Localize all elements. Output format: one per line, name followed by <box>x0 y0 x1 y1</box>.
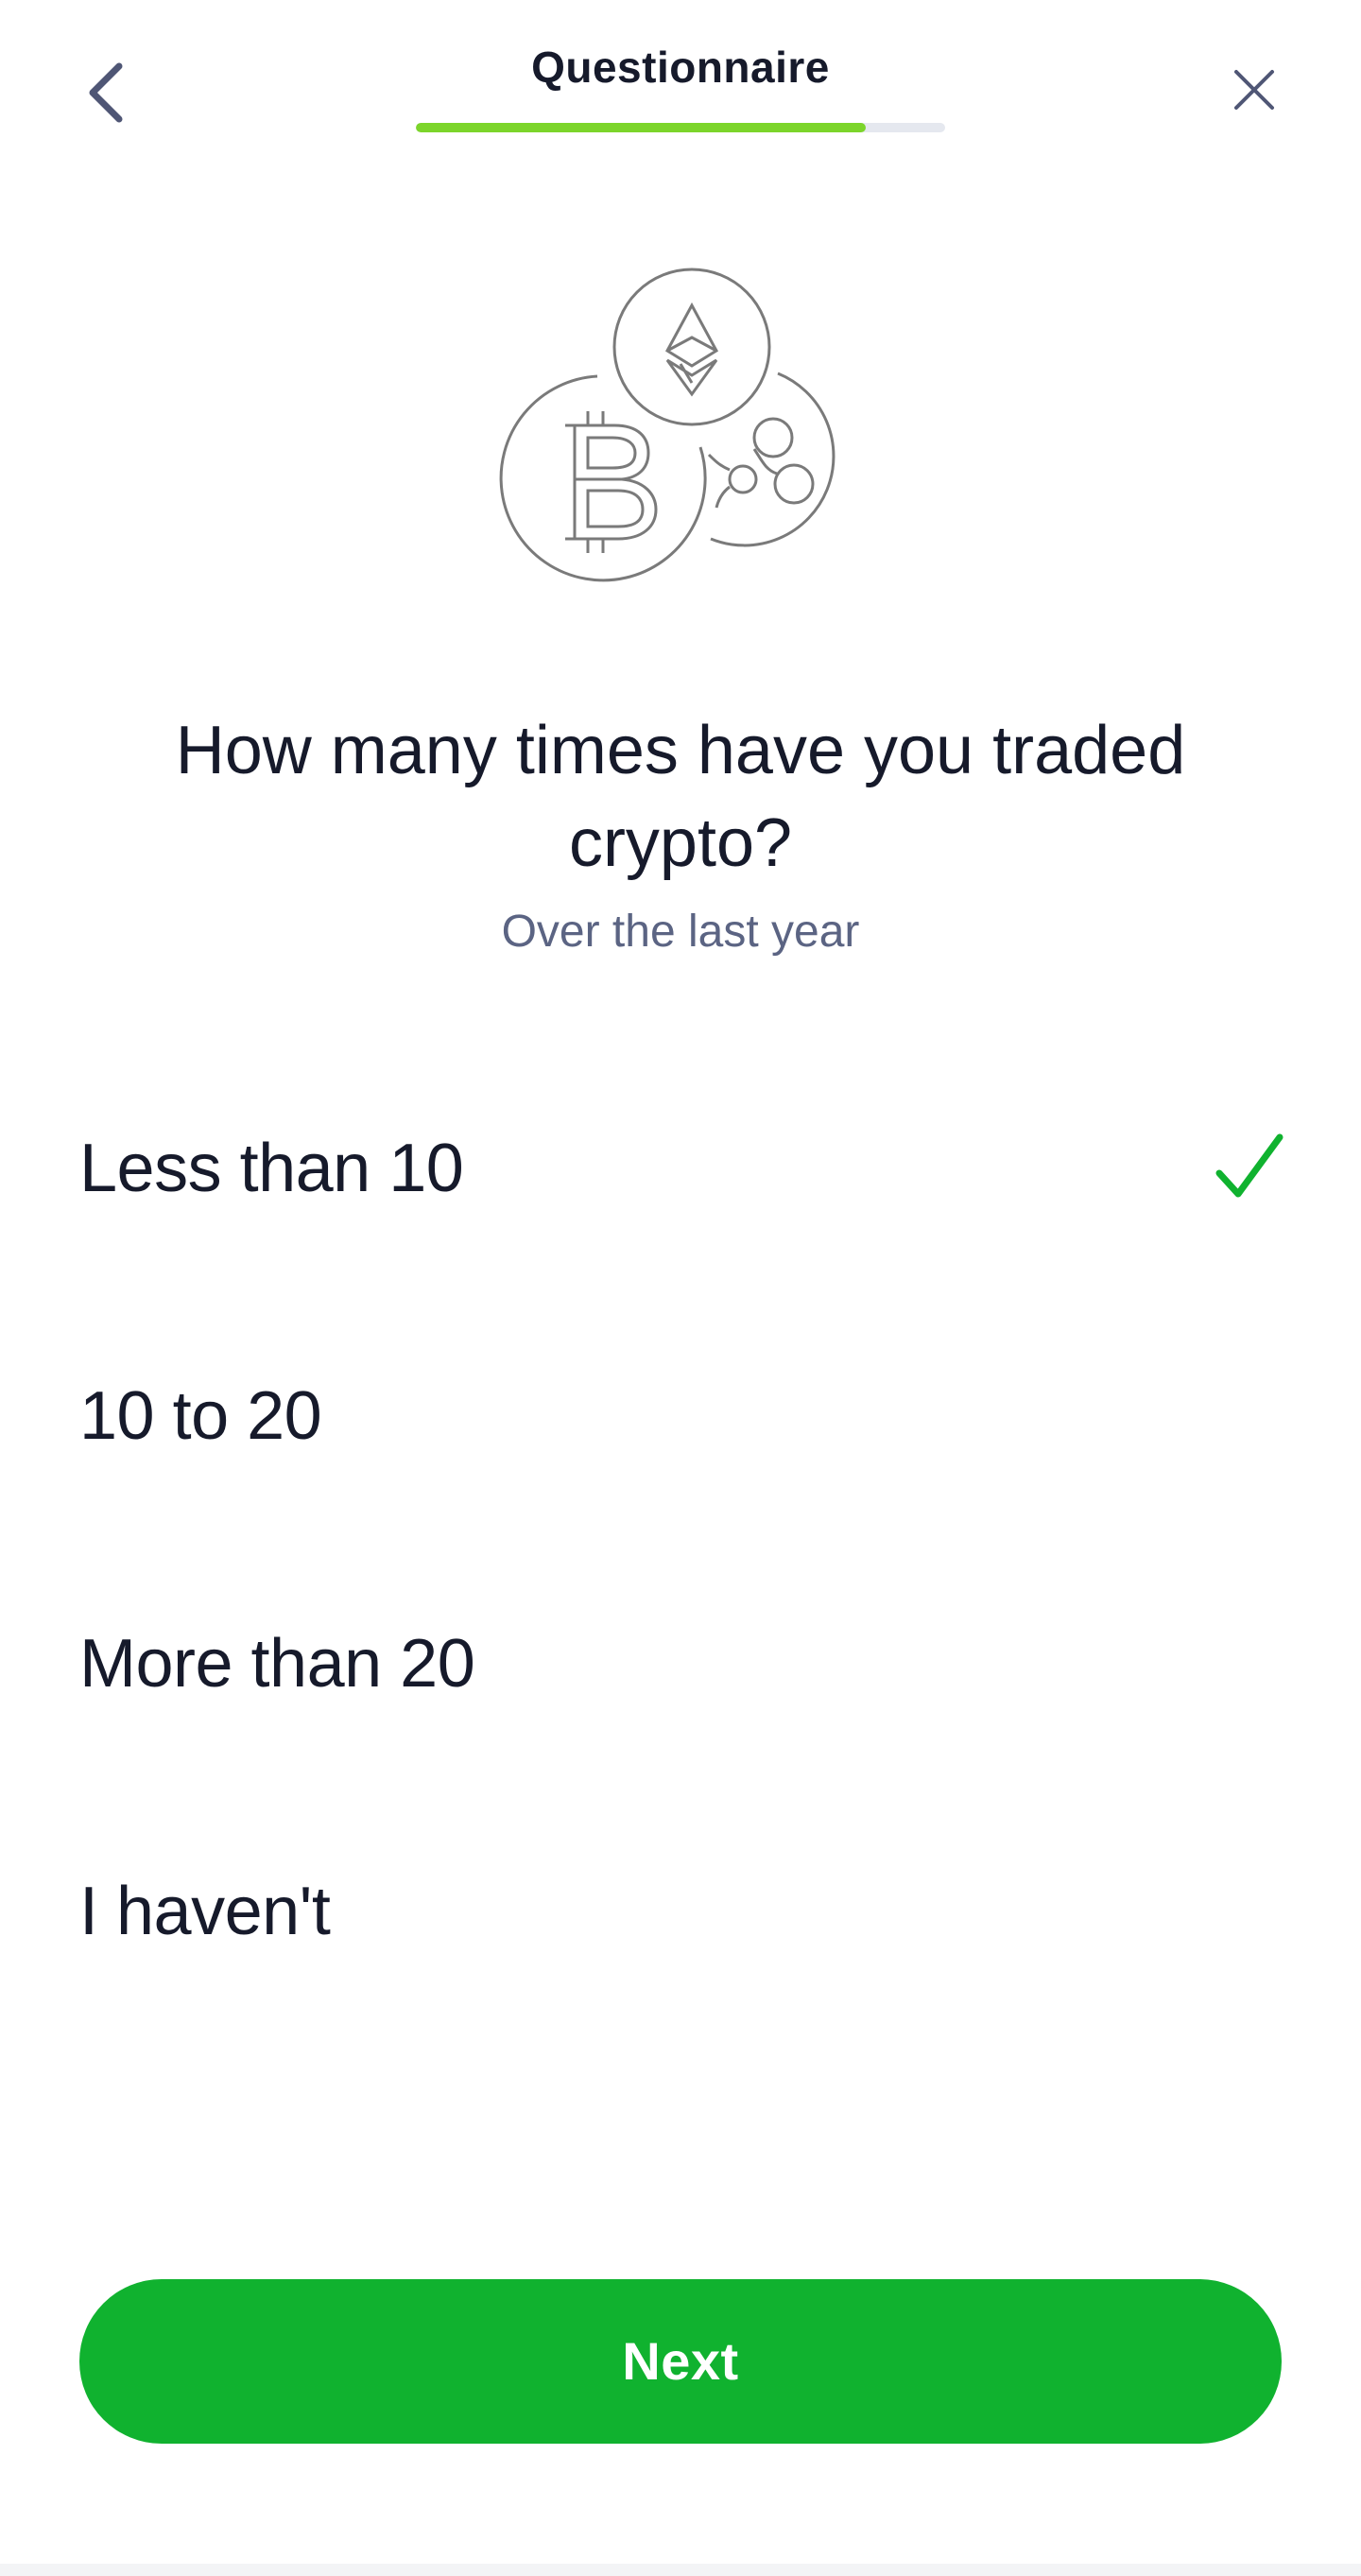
crypto-coins-illustration <box>482 260 879 600</box>
question-text: How many times have you traded crypto? <box>175 713 1186 881</box>
checkmark-icon <box>1215 1133 1283 1198</box>
ripple-coin-icon <box>707 372 836 547</box>
close-button[interactable] <box>1221 57 1287 123</box>
option-label: I haven't <box>79 1874 331 1949</box>
progress-bar <box>416 123 945 132</box>
option-more-than-20[interactable]: More than 20 <box>0 1559 1361 1807</box>
next-button[interactable]: Next <box>79 2279 1282 2444</box>
bitcoin-coin-icon <box>499 374 707 582</box>
bottom-edge <box>0 2564 1361 2576</box>
page-title: Questionnaire <box>531 43 830 92</box>
option-label: Less than 10 <box>79 1131 464 1206</box>
close-icon <box>1234 70 1274 110</box>
option-label: 10 to 20 <box>79 1378 322 1454</box>
option-less-than-10[interactable]: Less than 10 <box>0 1063 1361 1311</box>
header: Questionnaire <box>0 0 1361 170</box>
progress-fill <box>416 123 866 132</box>
answer-options: Less than 10 10 to 20 More than 20 I hav… <box>0 1063 1361 2054</box>
option-label: More than 20 <box>79 1626 475 1702</box>
option-i-havent[interactable]: I haven't <box>0 1807 1361 2054</box>
option-10-to-20[interactable]: 10 to 20 <box>0 1311 1361 1559</box>
question-subtitle: Over the last year <box>501 907 860 957</box>
ethereum-coin-icon <box>612 268 771 426</box>
